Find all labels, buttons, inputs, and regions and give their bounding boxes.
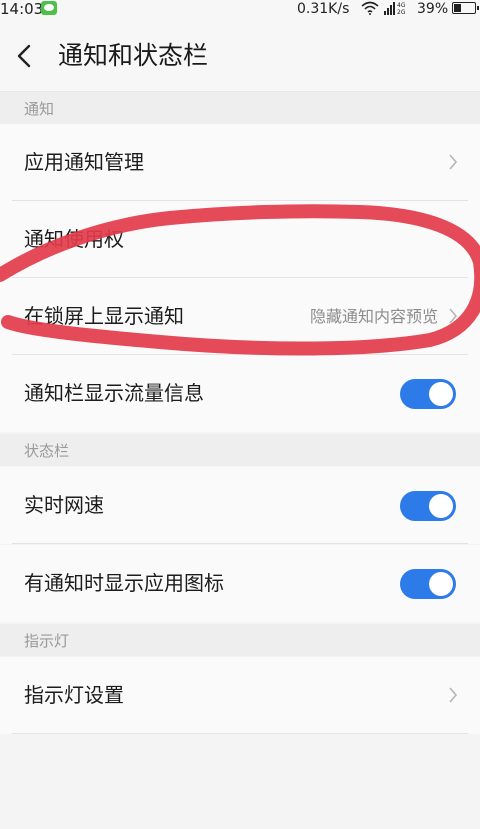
section-header-status-bar: 状态栏 [0,434,480,466]
page-title: 通知和状态栏 [58,41,209,70]
row-label: 指示灯设置 [24,683,124,707]
row-label: 通知栏显示流量信息 [24,381,204,405]
nav-bar: 通知和状态栏 [0,20,480,92]
chevron-right-icon [449,687,458,703]
row-lockscreen-notification[interactable]: 在锁屏上显示通知 隐藏通知内容预览 [0,278,480,355]
signal-icon: 4G 2G [384,2,406,15]
network-speed: 0.31K/s [297,1,350,17]
svg-text:4G: 4G [397,2,406,9]
row-realtime-speed: 实时网速 [0,467,480,544]
toggle-knob [429,572,453,596]
show-app-icon-toggle[interactable] [400,569,456,599]
row-indicator-settings[interactable]: 指示灯设置 [0,657,480,734]
realtime-speed-toggle[interactable] [400,491,456,521]
status-time: 14:03 [0,0,44,18]
chevron-right-icon [449,154,458,170]
svg-text:2G: 2G [397,9,406,15]
row-label: 应用通知管理 [24,150,144,174]
empty-area [0,734,480,829]
row-label: 有通知时显示应用图标 [24,571,224,595]
wechat-icon [41,1,57,15]
toggle-knob [429,382,453,406]
battery-fill [454,4,461,12]
traffic-info-toggle[interactable] [400,379,456,409]
row-traffic-info: 通知栏显示流量信息 [0,355,480,432]
row-notification-access[interactable]: 通知使用权 [0,201,480,278]
divider [12,543,468,544]
row-value: 隐藏通知内容预览 [309,307,438,326]
row-label: 实时网速 [24,493,104,517]
row-label: 在锁屏上显示通知 [24,304,184,328]
toggle-knob [429,494,453,518]
wifi-icon [361,1,379,15]
row-label: 通知使用权 [24,227,124,251]
back-icon[interactable] [10,40,40,72]
battery-icon [452,2,479,14]
chevron-right-icon [449,308,458,324]
section-header-indicator: 指示灯 [0,624,480,656]
status-bar: 14:03 0.31K/s 4G 2G 39% [0,0,480,20]
section-header-label: 通知 [24,100,55,118]
section-header-notification: 通知 [0,92,480,124]
section-header-label: 指示灯 [24,632,70,650]
battery-percent: 39% [417,1,449,17]
row-app-notification-manage[interactable]: 应用通知管理 [0,124,480,201]
section-header-label: 状态栏 [24,442,70,460]
row-show-app-icon: 有通知时显示应用图标 [0,545,480,622]
